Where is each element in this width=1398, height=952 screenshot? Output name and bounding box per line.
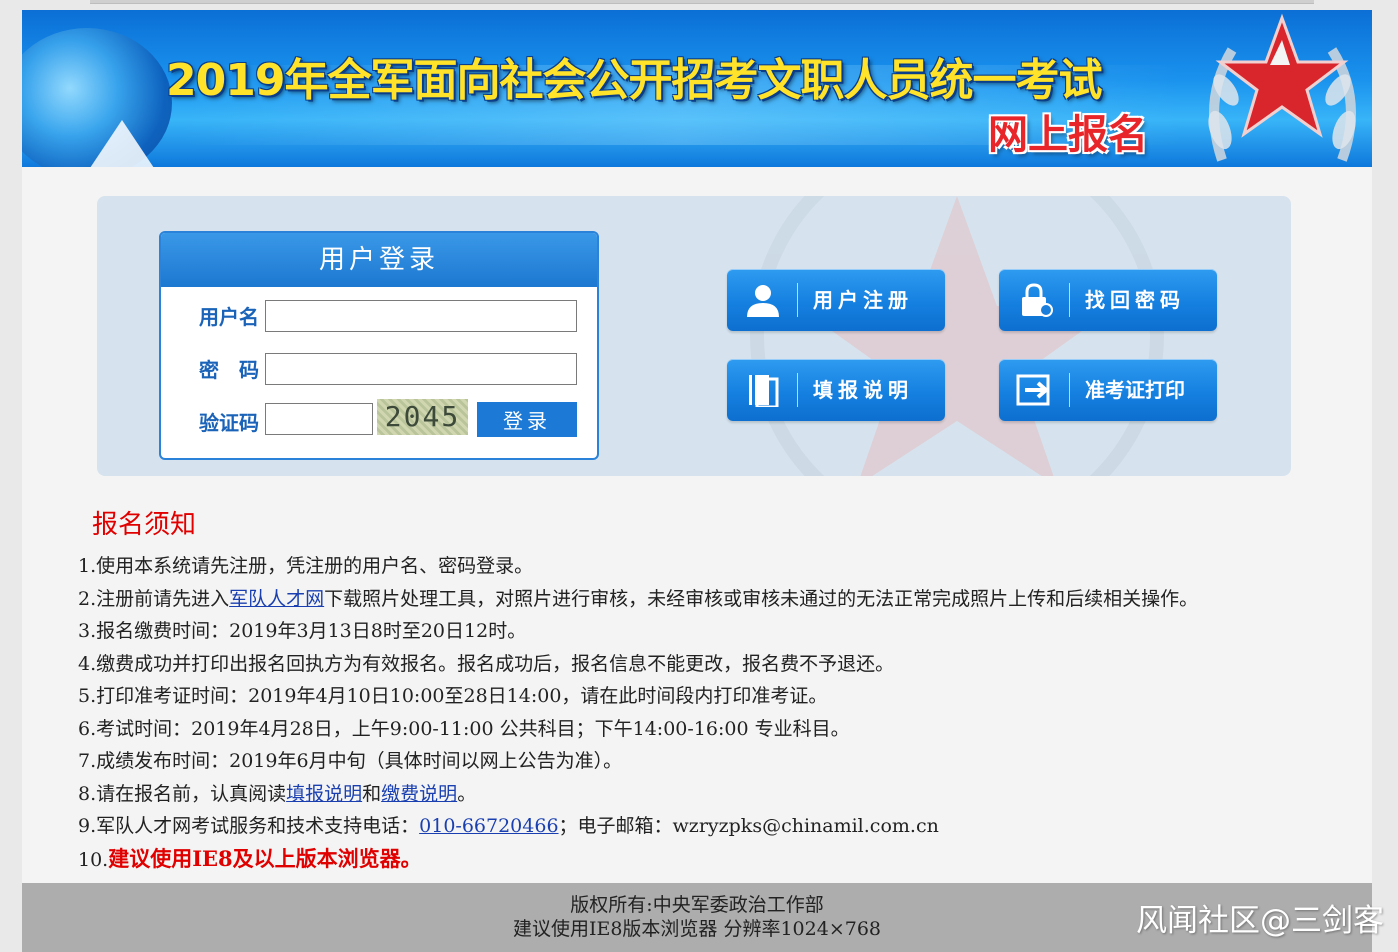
divider bbox=[1069, 283, 1070, 317]
instructions-label: 填报说明 bbox=[813, 378, 913, 402]
notice-text: 。 bbox=[457, 782, 477, 805]
browser-top-strip bbox=[90, 0, 1314, 4]
notice-text: 和 bbox=[362, 782, 382, 805]
notice-text: 7.成绩发布时间：2019年6月中旬（具体时间以网上公告为准）。 bbox=[78, 750, 623, 772]
username-row: 用户名 bbox=[161, 297, 597, 337]
password-row: 密 码 bbox=[161, 350, 597, 390]
captcha-image[interactable]: 2045 bbox=[377, 399, 468, 435]
exit-arrow-icon bbox=[1016, 374, 1050, 406]
notice-text: 6.考试时间：2019年4月28日，上午9:00-11:00 公共科目；下午14… bbox=[78, 717, 850, 740]
notice-text: 4.缴费成功并打印出报名回执方为有效报名。报名成功后，报名信息不能更改，报名费不… bbox=[78, 652, 895, 675]
register-label: 用户注册 bbox=[813, 288, 913, 312]
overlay-watermark: 风闻社区@三剑客 bbox=[1136, 903, 1384, 939]
notice-text: 1.使用本系统请先注册，凭注册的用户名、密码登录。 bbox=[78, 555, 534, 577]
login-box: 用户登录 用户名 密 码 验证码 2045 登录 bbox=[159, 231, 599, 460]
username-input[interactable] bbox=[265, 300, 577, 332]
username-label: 用户名 bbox=[199, 305, 259, 329]
notice-text: 下载照片处理工具，对照片进行审核，未经审核或审核未通过的无法正常完成照片上传和后… bbox=[324, 587, 1199, 610]
notice-item: 9.军队人才网考试服务和技术支持电话：010-66720466；电子邮箱：wzr… bbox=[78, 810, 1358, 843]
notice-item: 7.成绩发布时间：2019年6月中旬（具体时间以网上公告为准）。 bbox=[78, 745, 1358, 778]
notice-title: 报名须知 bbox=[92, 510, 197, 540]
instructions-link[interactable]: 填报说明 bbox=[286, 783, 362, 805]
password-label: 密 码 bbox=[199, 358, 259, 382]
support-phone-link[interactable]: 010-66720466 bbox=[419, 815, 558, 837]
notice-text: 8.请在报名前，认真阅读 bbox=[78, 782, 287, 805]
login-button[interactable]: 登录 bbox=[477, 402, 577, 437]
lock-icon bbox=[1022, 283, 1053, 317]
captcha-input[interactable] bbox=[265, 403, 373, 435]
admission-label: 准考证打印 bbox=[1085, 378, 1185, 402]
divider bbox=[1069, 373, 1070, 407]
user-icon bbox=[747, 285, 779, 317]
notice-item: 2.注册前请先进入军队人才网下载照片处理工具，对照片进行审核，未经审核或审核未通… bbox=[78, 583, 1358, 616]
notice-text: ；电子邮箱：wzryzpks@chinamil.com.cn bbox=[558, 815, 939, 837]
notice-item: 1.使用本系统请先注册，凭注册的用户名、密码登录。 bbox=[78, 550, 1358, 583]
army-star-emblem bbox=[1208, 13, 1356, 162]
admission-ticket-button[interactable]: 准考证打印 bbox=[999, 359, 1217, 421]
password-input[interactable] bbox=[265, 353, 577, 385]
military-talent-site-link[interactable]: 军队人才网 bbox=[229, 588, 324, 610]
login-heading: 用户登录 bbox=[161, 233, 597, 287]
page-container: 2019年全军面向社会公开招考文职人员统一考试 网上报名 用户登录 用户名 密 … bbox=[22, 10, 1372, 952]
notice-item: 8.请在报名前，认真阅读填报说明和缴费说明。 bbox=[78, 778, 1358, 811]
notice-number: 10. bbox=[78, 848, 109, 871]
notice-item: 6.考试时间：2019年4月28日，上午9:00-11:00 公共科目；下午14… bbox=[78, 713, 1358, 746]
notice-item: 10.建议使用IE8及以上版本浏览器。 bbox=[78, 843, 1358, 876]
star-watermark bbox=[750, 196, 1164, 476]
notice-text: 9.军队人才网考试服务和技术支持电话： bbox=[78, 815, 420, 837]
payment-instructions-link[interactable]: 缴费说明 bbox=[381, 783, 457, 805]
instructions-button[interactable]: 填报说明 bbox=[727, 359, 945, 421]
banner-title: 2019年全军面向社会公开招考文职人员统一考试 bbox=[166, 55, 1102, 106]
banner-subtitle: 网上报名 bbox=[988, 112, 1148, 158]
captcha-label: 验证码 bbox=[199, 411, 259, 435]
arrow-graphic bbox=[82, 120, 162, 167]
notice-list: 1.使用本系统请先注册，凭注册的用户名、密码登录。 2.注册前请先进入军队人才网… bbox=[78, 550, 1358, 875]
recover-label: 找回密码 bbox=[1085, 288, 1185, 312]
login-panel: 用户登录 用户名 密 码 验证码 2045 登录 用户注册 找回密码 填报说明 … bbox=[97, 196, 1291, 476]
recover-password-button[interactable]: 找回密码 bbox=[999, 269, 1217, 331]
register-button[interactable]: 用户注册 bbox=[727, 269, 945, 331]
notice-text: 3.报名缴费时间：2019年3月13日8时至20日12时。 bbox=[78, 620, 527, 642]
notice-item: 5.打印准考证时间：2019年4月10日10:00至28日14:00，请在此时间… bbox=[78, 680, 1358, 713]
browser-recommendation: 建议使用IE8及以上版本浏览器。 bbox=[108, 845, 422, 871]
header-banner: 2019年全军面向社会公开招考文职人员统一考试 网上报名 bbox=[22, 10, 1372, 167]
notice-text: 2.注册前请先进入 bbox=[78, 587, 230, 610]
divider bbox=[797, 283, 798, 317]
book-icon bbox=[749, 375, 779, 407]
notice-text: 5.打印准考证时间：2019年4月10日10:00至28日14:00，请在此时间… bbox=[78, 685, 828, 707]
notice-item: 3.报名缴费时间：2019年3月13日8时至20日12时。 bbox=[78, 615, 1358, 648]
divider bbox=[797, 373, 798, 407]
notice-item: 4.缴费成功并打印出报名回执方为有效报名。报名成功后，报名信息不能更改，报名费不… bbox=[78, 648, 1358, 681]
